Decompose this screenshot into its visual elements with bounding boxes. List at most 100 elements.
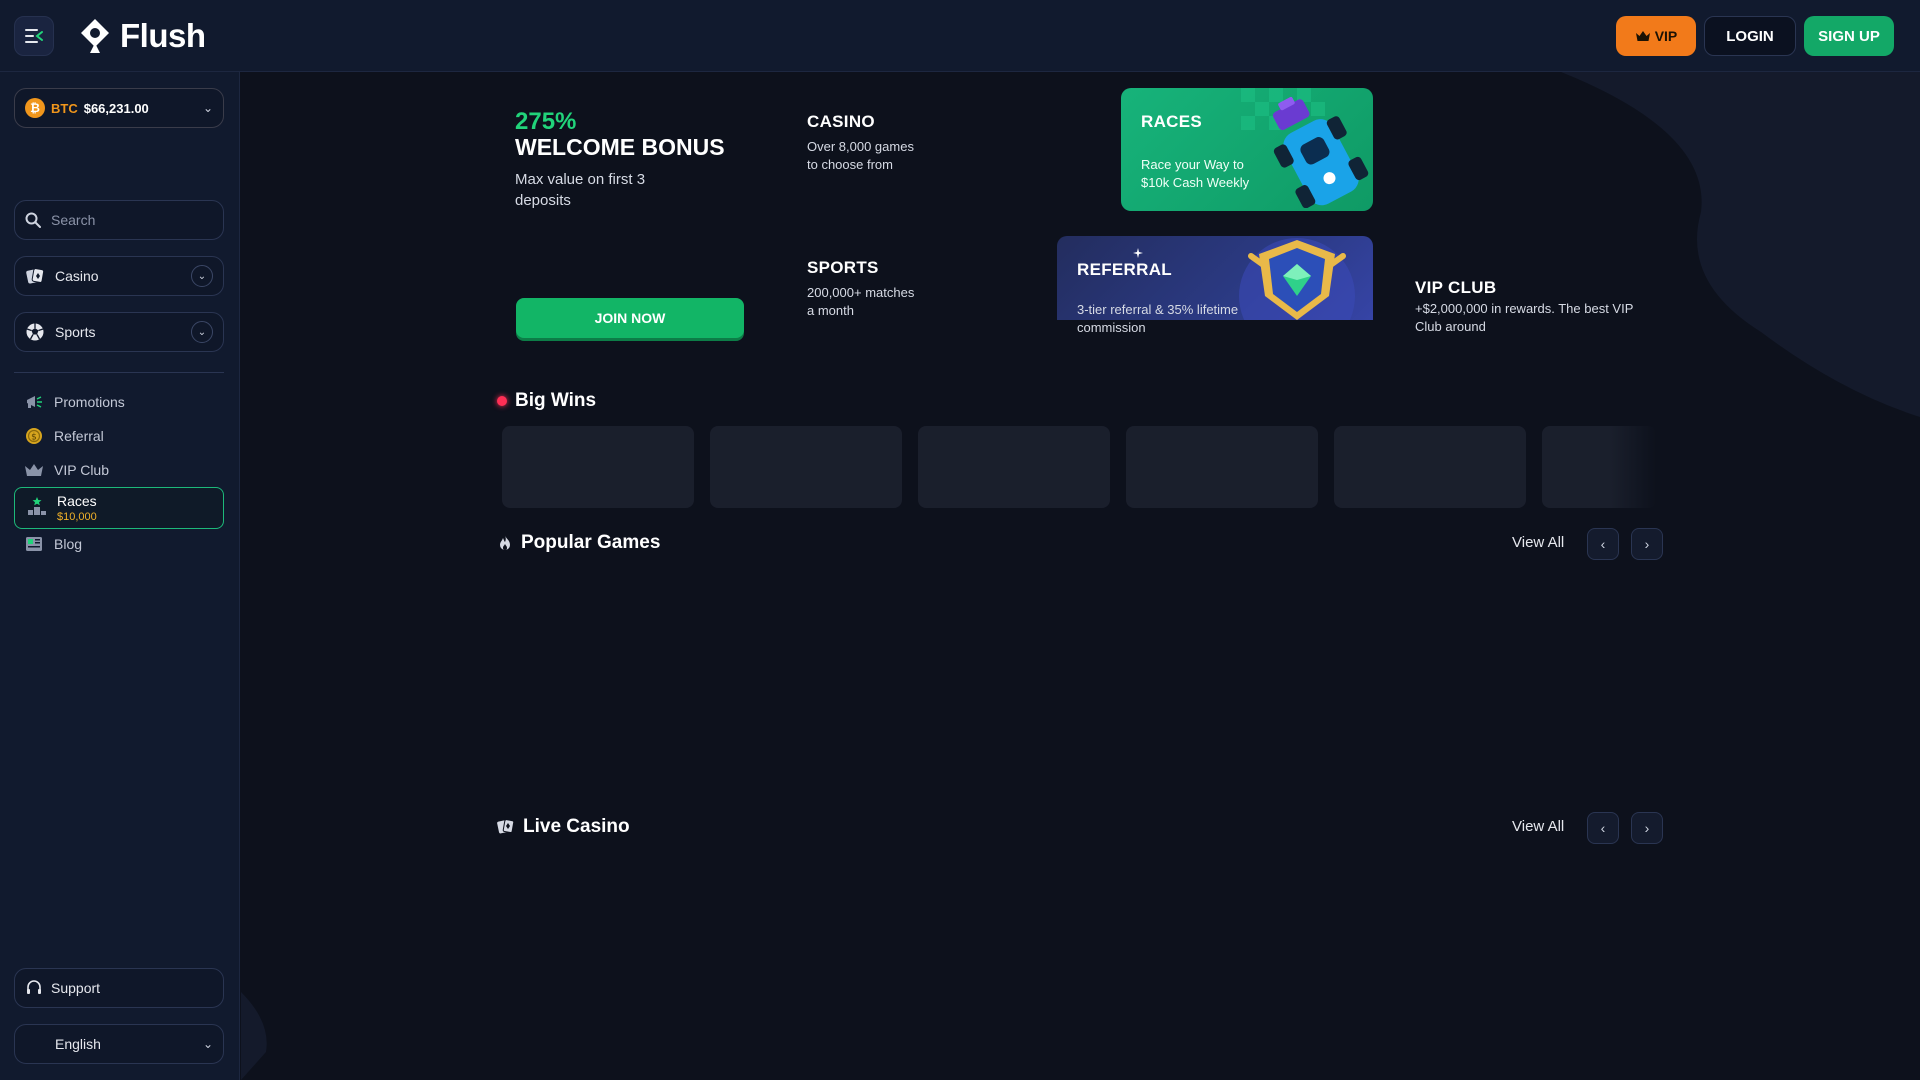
race-car-icon bbox=[1272, 97, 1369, 208]
chevron-right-icon: › bbox=[1644, 820, 1650, 836]
chevron-left-icon: ‹ bbox=[1600, 536, 1606, 552]
races-promo-title: RACES bbox=[1141, 112, 1203, 131]
popular-games-next-button[interactable]: › bbox=[1631, 528, 1663, 560]
vip-label: VIP bbox=[1654, 28, 1678, 44]
coin-icon: $ bbox=[24, 427, 44, 445]
sidebar-item-referral[interactable]: $ Referral bbox=[24, 422, 104, 450]
search-box[interactable] bbox=[14, 200, 224, 240]
live-casino-title: Live Casino bbox=[523, 816, 630, 837]
crown-icon bbox=[24, 463, 44, 477]
background-decoration bbox=[241, 72, 1920, 1080]
vip-promo-title: VIP CLUB bbox=[1415, 278, 1497, 297]
sidebar-item-label: Races bbox=[57, 493, 97, 509]
casino-label: Casino bbox=[55, 268, 99, 284]
signup-button[interactable]: SIGN UP bbox=[1804, 16, 1894, 56]
search-input[interactable] bbox=[51, 212, 201, 228]
sports-label: Sports bbox=[55, 324, 96, 340]
brand-name: Flush bbox=[120, 17, 206, 54]
newspaper-icon bbox=[24, 536, 44, 552]
referral-promo-desc: 3-tier referral & 35% lifetime commissio… bbox=[1077, 302, 1239, 335]
crown-icon bbox=[1635, 31, 1650, 41]
sidebar: ₿ BTC $66,231.00 ⌄ Casino ⌄ Sports ⌄ bbox=[0, 72, 240, 1080]
chevron-down-icon[interactable]: ⌄ bbox=[191, 265, 213, 287]
popular-games-title: Popular Games bbox=[521, 532, 661, 553]
chevron-right-icon: › bbox=[1644, 536, 1650, 552]
big-win-card[interactable] bbox=[1334, 426, 1526, 508]
referral-promo-title: REFERRAL bbox=[1077, 260, 1172, 279]
chevron-down-icon: ⌄ bbox=[202, 101, 213, 115]
chevron-down-icon[interactable]: ⌄ bbox=[191, 321, 213, 343]
language-label: English bbox=[55, 1036, 101, 1052]
menu-collapse-icon bbox=[25, 29, 43, 43]
svg-text:$: $ bbox=[31, 433, 37, 443]
sidebar-item-vip-club[interactable]: VIP Club bbox=[24, 456, 109, 484]
flush-logo-icon bbox=[81, 19, 109, 53]
vip-button[interactable]: VIP bbox=[1616, 16, 1696, 56]
balance-selector[interactable]: ₿ BTC $66,231.00 ⌄ bbox=[14, 88, 224, 128]
bonus-percent: 275% bbox=[515, 108, 577, 135]
races-prize: $10,000 bbox=[57, 511, 97, 523]
welcome-bonus-promo: 275% WELCOME BONUS Max value on first 3 … bbox=[515, 108, 725, 211]
megaphone-icon bbox=[24, 394, 44, 410]
sports-promo-desc: 200,000+ matches a month bbox=[807, 285, 915, 318]
sidebar-item-races[interactable]: Races $10,000 bbox=[14, 487, 224, 529]
popular-games-prev-button[interactable]: ‹ bbox=[1587, 528, 1619, 560]
sidebar-item-label: Promotions bbox=[54, 394, 125, 410]
sports-promo[interactable]: SPORTS 200,000+ matches a month bbox=[807, 258, 917, 320]
sidebar-item-label: Referral bbox=[54, 428, 104, 444]
bitcoin-icon: ₿ bbox=[25, 98, 45, 118]
sidebar-divider bbox=[14, 372, 224, 373]
chevron-down-icon: ⌄ bbox=[202, 1037, 213, 1051]
sidebar-item-label: Blog bbox=[54, 536, 83, 552]
search-icon bbox=[25, 212, 41, 228]
live-casino-header: Live Casino bbox=[497, 816, 630, 838]
balance-currency: BTC bbox=[51, 100, 78, 116]
big-wins-header: Big Wins bbox=[497, 390, 596, 412]
bonus-title: WELCOME BONUS bbox=[515, 134, 725, 160]
popular-games-header: Popular Games bbox=[497, 532, 660, 554]
live-casino-prev-button[interactable]: ‹ bbox=[1587, 812, 1619, 844]
chevron-left-icon: ‹ bbox=[1600, 820, 1606, 836]
podium-icon bbox=[27, 496, 47, 521]
casino-promo-title: CASINO bbox=[807, 112, 875, 131]
sports-promo-title: SPORTS bbox=[807, 258, 879, 277]
big-win-card[interactable] bbox=[1542, 426, 1656, 508]
menu-toggle-button[interactable] bbox=[14, 16, 54, 56]
support-button[interactable]: Support bbox=[14, 968, 224, 1008]
casino-promo-desc: Over 8,000 games to choose from bbox=[807, 139, 914, 172]
bonus-subtitle: Max value on first 3 deposits bbox=[515, 171, 646, 209]
live-casino-view-all-link[interactable]: View All bbox=[1512, 818, 1564, 835]
sidebar-item-label: VIP Club bbox=[54, 462, 109, 478]
main-content: 275% WELCOME BONUS Max value on first 3 … bbox=[241, 72, 1920, 1080]
sidebar-item-promotions[interactable]: Promotions bbox=[24, 388, 125, 416]
casino-promo[interactable]: CASINO Over 8,000 games to choose from bbox=[807, 112, 927, 174]
live-indicator-icon bbox=[497, 396, 507, 406]
races-promo-desc: Race your Way to $10k Cash Weekly bbox=[1141, 157, 1250, 190]
soccer-ball-icon bbox=[26, 323, 44, 341]
casino-dropdown[interactable]: Casino ⌄ bbox=[14, 256, 224, 296]
big-win-card[interactable] bbox=[1126, 426, 1318, 508]
sidebar-item-blog[interactable]: Blog bbox=[24, 530, 82, 558]
sparkle-icon bbox=[1133, 248, 1143, 258]
vip-promo-desc: +$2,000,000 in rewards. The best VIP Clu… bbox=[1415, 301, 1634, 334]
vip-club-promo[interactable]: VIP CLUB +$2,000,000 in rewards. The bes… bbox=[1415, 278, 1635, 336]
big-win-card[interactable] bbox=[710, 426, 902, 508]
brand-logo[interactable]: Flush bbox=[78, 16, 206, 56]
support-label: Support bbox=[51, 980, 101, 996]
cards-icon bbox=[497, 819, 515, 834]
live-casino-next-button[interactable]: › bbox=[1631, 812, 1663, 844]
big-win-card[interactable] bbox=[502, 426, 694, 508]
top-header: Flush VIP LOGIN SIGN UP bbox=[0, 0, 1920, 72]
cards-icon bbox=[26, 268, 45, 284]
popular-games-view-all-link[interactable]: View All bbox=[1512, 534, 1564, 551]
big-win-card[interactable] bbox=[918, 426, 1110, 508]
races-promo-card[interactable]: RACES Race your Way to $10k Cash Weekly bbox=[1121, 88, 1373, 211]
language-selector[interactable]: English ⌄ bbox=[14, 1024, 224, 1064]
login-button[interactable]: LOGIN bbox=[1704, 16, 1796, 56]
fire-icon bbox=[500, 535, 510, 550]
sports-dropdown[interactable]: Sports ⌄ bbox=[14, 312, 224, 352]
join-now-button[interactable]: JOIN NOW bbox=[516, 298, 744, 338]
balance-amount: $66,231.00 bbox=[83, 100, 149, 116]
headset-icon bbox=[27, 980, 41, 994]
big-wins-title: Big Wins bbox=[515, 390, 597, 411]
